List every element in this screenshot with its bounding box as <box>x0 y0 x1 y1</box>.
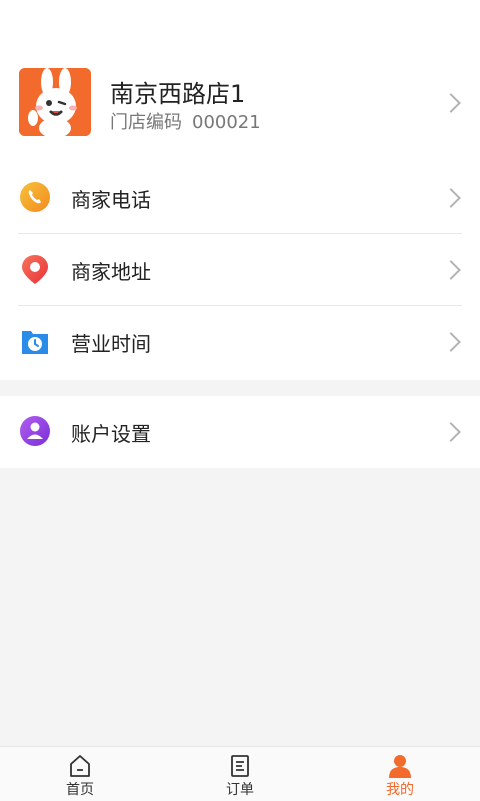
chevron-right-icon <box>441 93 461 113</box>
rabbit-mascot-icon <box>19 68 91 136</box>
profile-section: 南京西路店1 门店编码 000021 商家电话 商家地址 营业时间 <box>0 0 480 380</box>
store-code-value: 000021 <box>192 112 261 133</box>
menu-item-label: 商家地址 <box>71 260 151 284</box>
store-profile[interactable]: 南京西路店1 门店编码 000021 <box>0 60 480 146</box>
menu-item-label: 商家电话 <box>71 188 151 212</box>
menu-item-hours[interactable]: 营业时间 <box>0 306 480 378</box>
menu-item-account[interactable]: 账户设置 <box>0 396 480 468</box>
chevron-right-icon <box>441 422 461 442</box>
bottom-tab-bar: 首页 订单 我的 <box>0 746 480 801</box>
home-icon <box>70 755 90 777</box>
menu-item-label: 营业时间 <box>71 332 151 356</box>
tab-label: 首页 <box>66 782 94 798</box>
location-pin-icon <box>22 255 48 284</box>
store-avatar <box>19 68 91 136</box>
phone-icon <box>20 182 50 212</box>
store-name: 南京西路店1 <box>110 80 246 108</box>
tab-orders[interactable]: 订单 <box>160 747 320 801</box>
tab-label: 订单 <box>226 782 254 798</box>
tab-label: 我的 <box>386 782 414 798</box>
clock-icon <box>22 331 48 354</box>
menu-item-address[interactable]: 商家地址 <box>0 234 480 306</box>
profile-icon <box>389 755 411 778</box>
tab-home[interactable]: 首页 <box>0 747 160 801</box>
order-icon <box>231 755 249 777</box>
chevron-right-icon <box>441 332 461 352</box>
chevron-right-icon <box>441 188 461 208</box>
chevron-right-icon <box>441 260 461 280</box>
tab-profile[interactable]: 我的 <box>320 747 480 801</box>
store-code-label: 门店编码 <box>110 112 182 133</box>
menu-item-phone[interactable]: 商家电话 <box>0 162 480 234</box>
user-icon <box>20 416 50 446</box>
menu-item-label: 账户设置 <box>71 422 151 446</box>
account-section: 账户设置 <box>0 396 480 468</box>
store-code: 门店编码 000021 <box>110 108 261 134</box>
